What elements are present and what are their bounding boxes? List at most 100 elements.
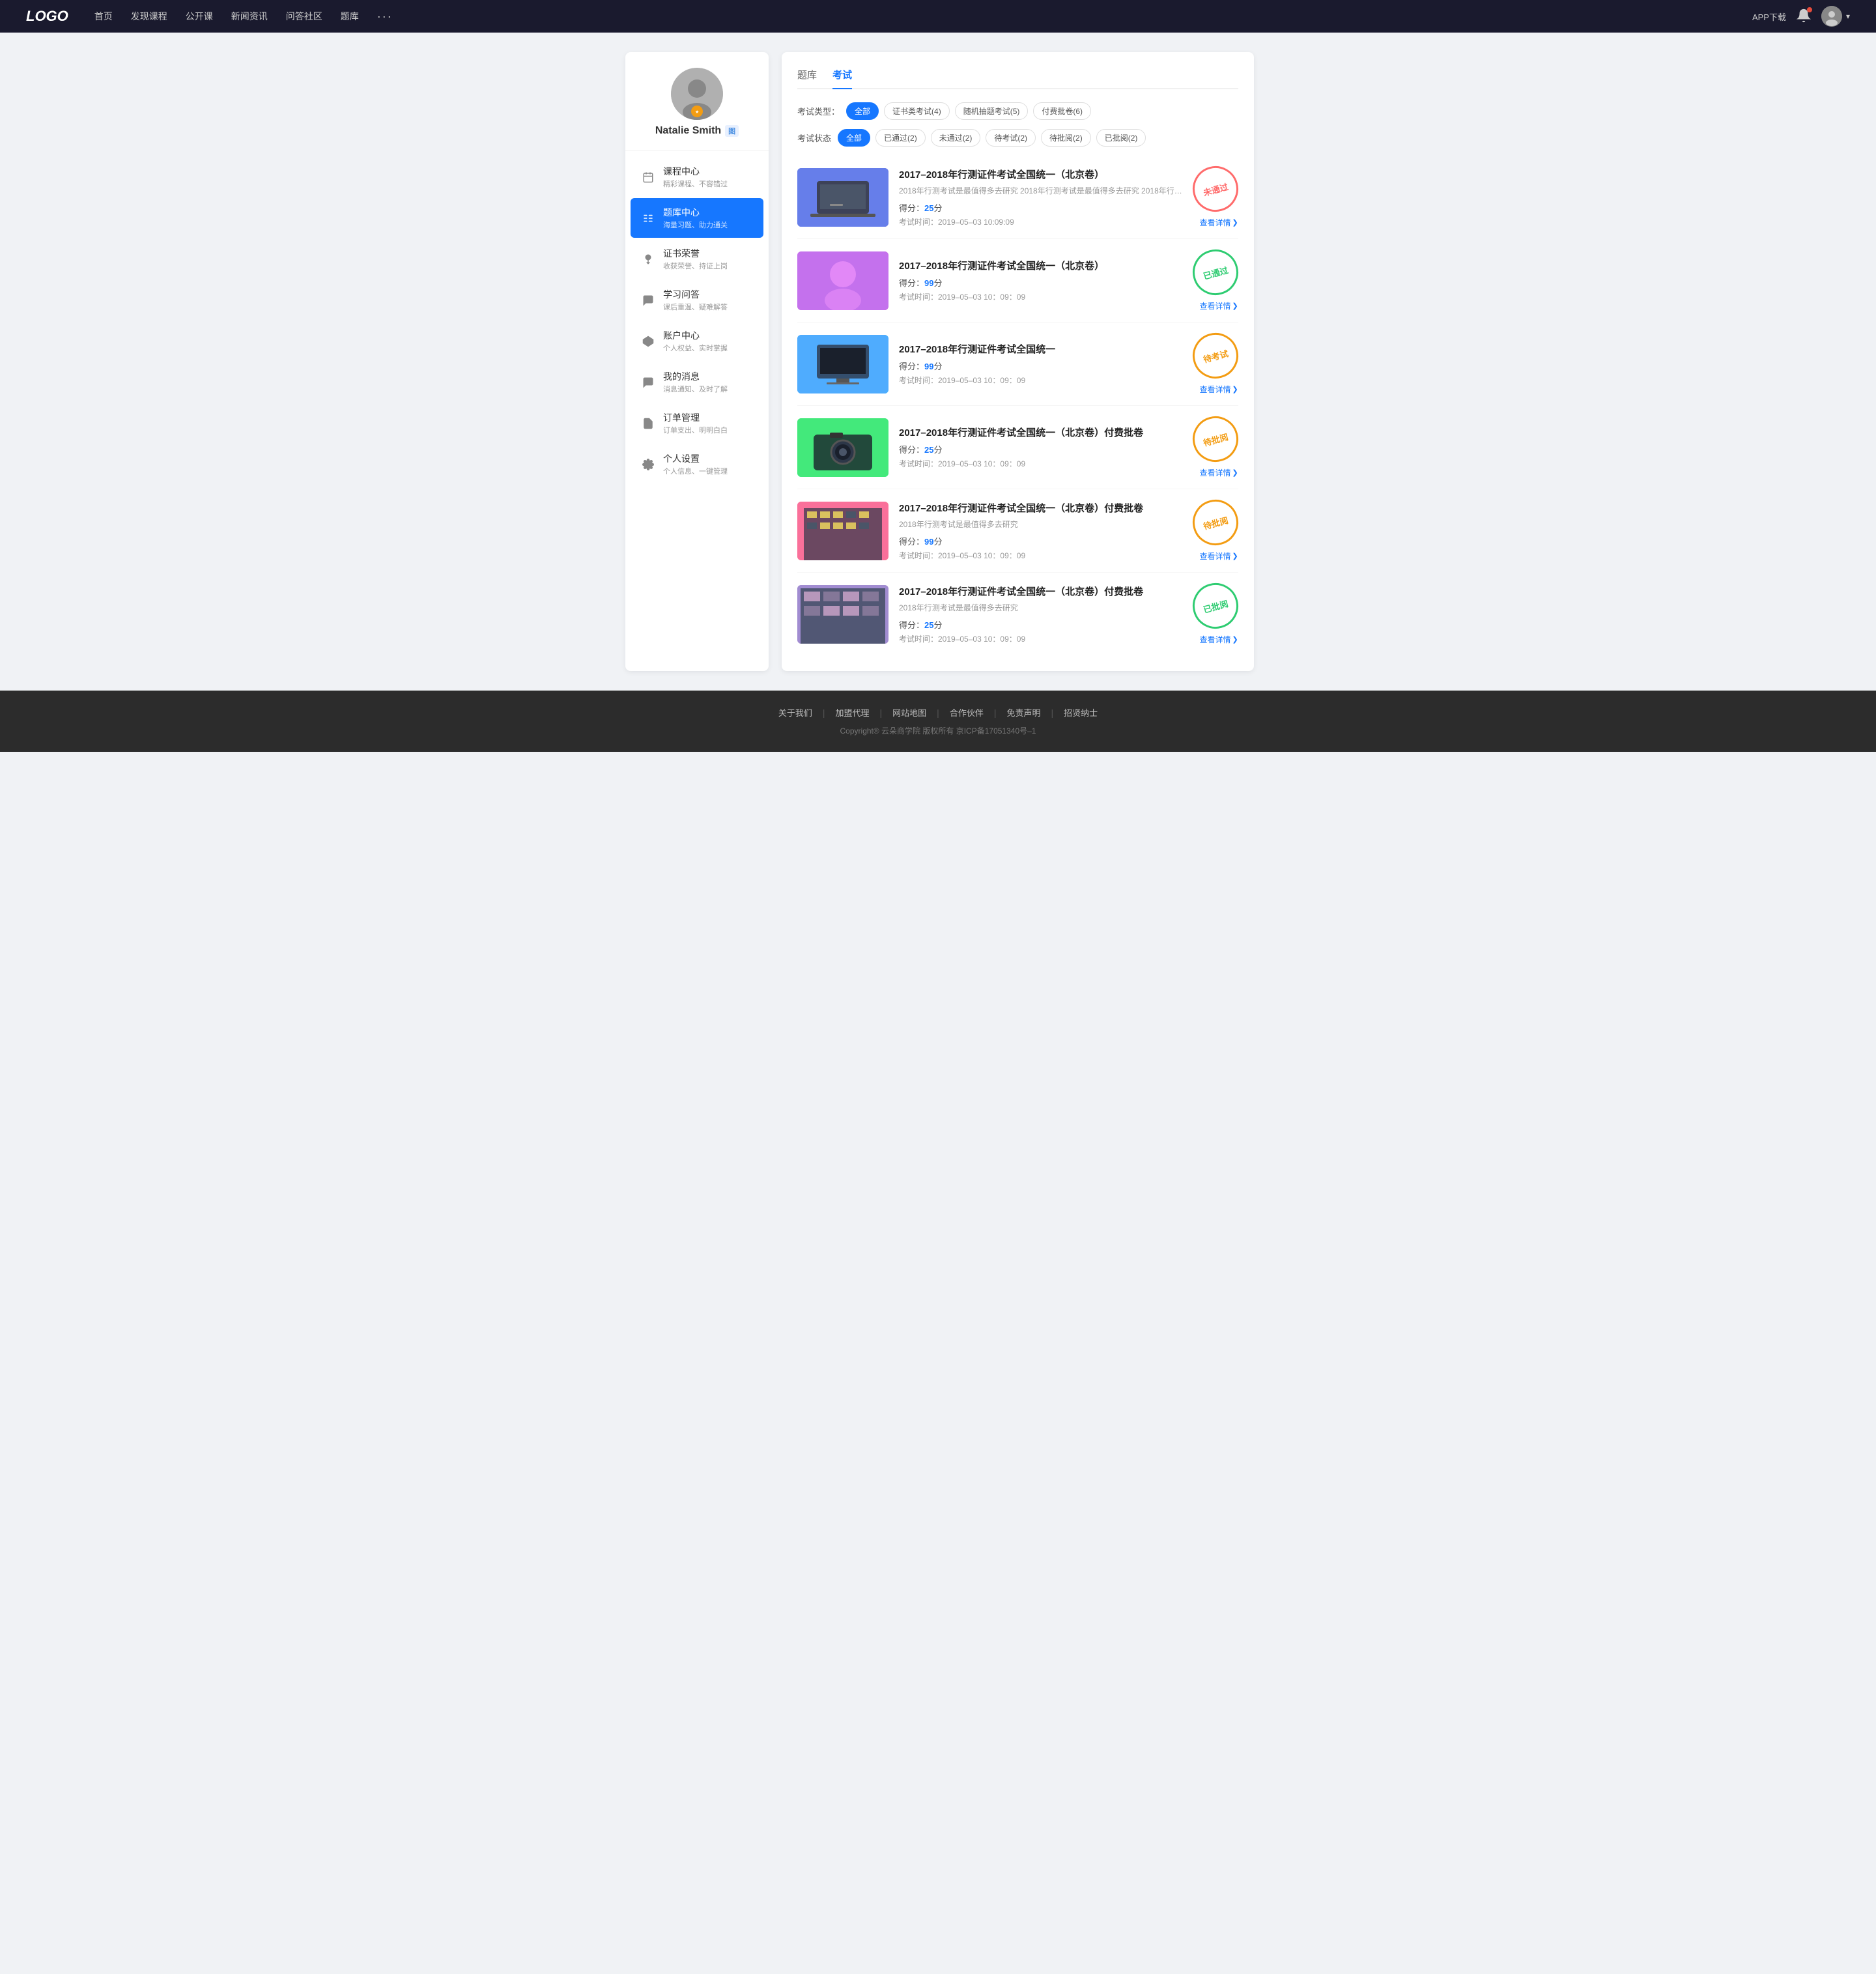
footer-link[interactable]: 网站地图 bbox=[882, 706, 937, 719]
menu-text-qa: 学习问答 课后重温、疑难解答 bbox=[663, 288, 728, 312]
nav-more[interactable]: ··· bbox=[377, 10, 393, 23]
nav-discover[interactable]: 发现课程 bbox=[131, 10, 167, 23]
footer-link[interactable]: 招贤纳士 bbox=[1053, 706, 1108, 719]
view-detail-link[interactable]: 查看详情 bbox=[1200, 551, 1238, 562]
menu-label-account: 账户中心 bbox=[663, 329, 728, 342]
sidebar-item-messages[interactable]: 我的消息 消息通知、及时了解 bbox=[631, 362, 763, 402]
exam-time: 考试时间：2019–05–03 10：09：09 bbox=[899, 633, 1182, 644]
status-stamp: 待批阅 bbox=[1187, 411, 1244, 467]
menu-sub-qa: 课后重温、疑难解答 bbox=[663, 302, 728, 312]
status-stamp: 未通过 bbox=[1187, 161, 1244, 217]
exam-score: 得分：25分 bbox=[899, 618, 1182, 631]
exam-info: 2017–2018年行测证件考试全国统一（北京卷）付费批卷 2018年行测考试是… bbox=[899, 584, 1182, 644]
exam-thumbnail bbox=[797, 585, 888, 644]
status-stamp: 待批阅 bbox=[1187, 494, 1244, 551]
view-detail-link[interactable]: 查看详情 bbox=[1200, 384, 1238, 395]
footer-link[interactable]: 加盟代理 bbox=[825, 706, 880, 719]
filter-status-failed[interactable]: 未通过(2) bbox=[931, 129, 981, 147]
exam-info: 2017–2018年行测证件考试全国统一（北京卷） 2018年行测考试是最值得多… bbox=[899, 167, 1182, 227]
notification-dot bbox=[1807, 7, 1812, 12]
exam-status: 待考试 查看详情 bbox=[1193, 333, 1238, 395]
exam-score: 得分：25分 bbox=[899, 201, 1182, 214]
exam-status: 已批阅 查看详情 bbox=[1193, 583, 1238, 645]
filter-tag-random[interactable]: 随机抽题考试(5) bbox=[955, 102, 1029, 120]
exam-title: 2017–2018年行测证件考试全国统一（北京卷） bbox=[899, 259, 1182, 272]
logo[interactable]: LOGO bbox=[26, 8, 68, 25]
filter-tag-paid[interactable]: 付费批卷(6) bbox=[1033, 102, 1091, 120]
filter-status-all[interactable]: 全部 bbox=[838, 129, 870, 147]
exam-status: 待批阅 查看详情 bbox=[1193, 500, 1238, 562]
user-avatar-wrap[interactable]: ▾ bbox=[1821, 6, 1850, 27]
nav-home[interactable]: 首页 bbox=[94, 10, 113, 23]
footer-link[interactable]: 合作伙伴 bbox=[939, 706, 994, 719]
menu-sub-settings: 个人信息、一键管理 bbox=[663, 466, 728, 476]
exam-thumbnail bbox=[797, 168, 888, 227]
exam-list-item: 2017–2018年行测证件考试全国统一（北京卷）付费批卷 得分：25分 考试时… bbox=[797, 406, 1238, 489]
profile-name: Natalie Smith 图 bbox=[638, 125, 756, 137]
view-detail-link[interactable]: 查看详情 bbox=[1200, 217, 1238, 228]
menu-sub-orders: 订单支出、明明白白 bbox=[663, 425, 728, 435]
exam-score: 得分：25分 bbox=[899, 443, 1182, 455]
tab-question-bank[interactable]: 题库 bbox=[797, 68, 817, 88]
footer-links: 关于我们|加盟代理|网站地图|合作伙伴|免责声明|招贤纳士 bbox=[26, 706, 1850, 719]
profile-tag: 图 bbox=[725, 125, 739, 137]
exam-info: 2017–2018年行测证件考试全国统一（北京卷）付费批卷 2018年行测考试是… bbox=[899, 501, 1182, 561]
sidebar: ★ Natalie Smith 图 课程中心 精彩课程、不容错过 bbox=[625, 52, 769, 671]
bell-icon[interactable] bbox=[1797, 8, 1811, 25]
filter-tag-cert[interactable]: 证书类考试(4) bbox=[884, 102, 950, 120]
exam-time: 考试时间：2019–05–03 10：09：09 bbox=[899, 291, 1182, 302]
menu-text-orders: 订单管理 订单支出、明明白白 bbox=[663, 411, 728, 435]
sidebar-item-account[interactable]: 账户中心 个人权益、实时掌握 bbox=[631, 321, 763, 361]
menu-sub-account: 个人权益、实时掌握 bbox=[663, 343, 728, 353]
diamond-icon bbox=[641, 334, 655, 349]
list-icon bbox=[641, 211, 655, 225]
main-nav: 首页 发现课程 公开课 新闻资讯 问答社区 题库 ··· bbox=[94, 10, 1752, 23]
exam-list-item: 2017–2018年行测证件考试全国统一（北京卷） 得分：99分 考试时间：20… bbox=[797, 239, 1238, 322]
nav-qa[interactable]: 问答社区 bbox=[286, 10, 322, 23]
award-badge-icon: ★ bbox=[691, 106, 703, 117]
sidebar-item-settings[interactable]: 个人设置 个人信息、一键管理 bbox=[631, 444, 763, 484]
nav-question-bank[interactable]: 题库 bbox=[341, 10, 359, 23]
tab-exam[interactable]: 考试 bbox=[832, 68, 852, 88]
exam-thumbnail bbox=[797, 251, 888, 310]
view-detail-link[interactable]: 查看详情 bbox=[1200, 467, 1238, 478]
main-layout: ★ Natalie Smith 图 课程中心 精彩课程、不容错过 bbox=[619, 52, 1257, 671]
view-detail-link[interactable]: 查看详情 bbox=[1200, 634, 1238, 645]
header-right: APP下载 ▾ bbox=[1752, 6, 1850, 27]
exam-title: 2017–2018年行测证件考试全国统一（北京卷） bbox=[899, 167, 1182, 181]
exam-status-tags: 全部 已通过(2) 未通过(2) 待考试(2) 待批阅(2) 已批阅(2) bbox=[838, 129, 1146, 147]
sidebar-item-qa[interactable]: 学习问答 课后重温、疑难解答 bbox=[631, 280, 763, 320]
exam-time: 考试时间：2019–05–03 10：09：09 bbox=[899, 375, 1182, 386]
filter-status-reviewed[interactable]: 已批阅(2) bbox=[1096, 129, 1146, 147]
menu-sub-messages: 消息通知、及时了解 bbox=[663, 384, 728, 394]
sidebar-item-orders[interactable]: 订单管理 订单支出、明明白白 bbox=[631, 403, 763, 443]
chevron-down-icon: ▾ bbox=[1846, 12, 1850, 21]
menu-text-course: 课程中心 精彩课程、不容错过 bbox=[663, 165, 728, 189]
exam-desc: 2018年行测考试是最值得多去研究 bbox=[899, 519, 1182, 530]
view-detail-link[interactable]: 查看详情 bbox=[1200, 300, 1238, 311]
nav-open-course[interactable]: 公开课 bbox=[186, 10, 213, 23]
exam-thumbnail bbox=[797, 335, 888, 393]
footer: 关于我们|加盟代理|网站地图|合作伙伴|免责声明|招贤纳士 Copyright®… bbox=[0, 691, 1876, 752]
sidebar-item-question-bank[interactable]: 题库中心 海量习题、助力通关 bbox=[631, 198, 763, 238]
footer-link[interactable]: 免责声明 bbox=[996, 706, 1051, 719]
nav-news[interactable]: 新闻资讯 bbox=[231, 10, 268, 23]
menu-label-qa: 学习问答 bbox=[663, 288, 728, 301]
footer-link[interactable]: 关于我们 bbox=[768, 706, 823, 719]
exam-title: 2017–2018年行测证件考试全国统一（北京卷）付费批卷 bbox=[899, 584, 1182, 598]
sidebar-item-certificate[interactable]: 证书荣誉 收获荣誉、持证上岗 bbox=[631, 239, 763, 279]
sidebar-item-course[interactable]: 课程中心 精彩课程、不容错过 bbox=[631, 157, 763, 197]
filter-tag-all-type[interactable]: 全部 bbox=[846, 102, 879, 120]
exam-type-label: 考试类型： bbox=[797, 105, 840, 117]
menu-text-qbank: 题库中心 海量习题、助力通关 bbox=[663, 206, 728, 230]
exam-list-item: 2017–2018年行测证件考试全国统一 得分：99分 考试时间：2019–05… bbox=[797, 322, 1238, 406]
app-download[interactable]: APP下载 bbox=[1752, 10, 1786, 23]
menu-sub-course: 精彩课程、不容错过 bbox=[663, 179, 728, 189]
menu-label-settings: 个人设置 bbox=[663, 452, 728, 465]
svg-text:★: ★ bbox=[695, 109, 699, 115]
filter-status-reviewing[interactable]: 待批阅(2) bbox=[1041, 129, 1091, 147]
filter-status-pending[interactable]: 待考试(2) bbox=[986, 129, 1036, 147]
footer-copyright: Copyright® 云朵商学院 版权所有 京ICP备17051340号–1 bbox=[26, 725, 1850, 736]
profile-avatar: ★ bbox=[671, 68, 723, 120]
filter-status-passed[interactable]: 已通过(2) bbox=[875, 129, 926, 147]
